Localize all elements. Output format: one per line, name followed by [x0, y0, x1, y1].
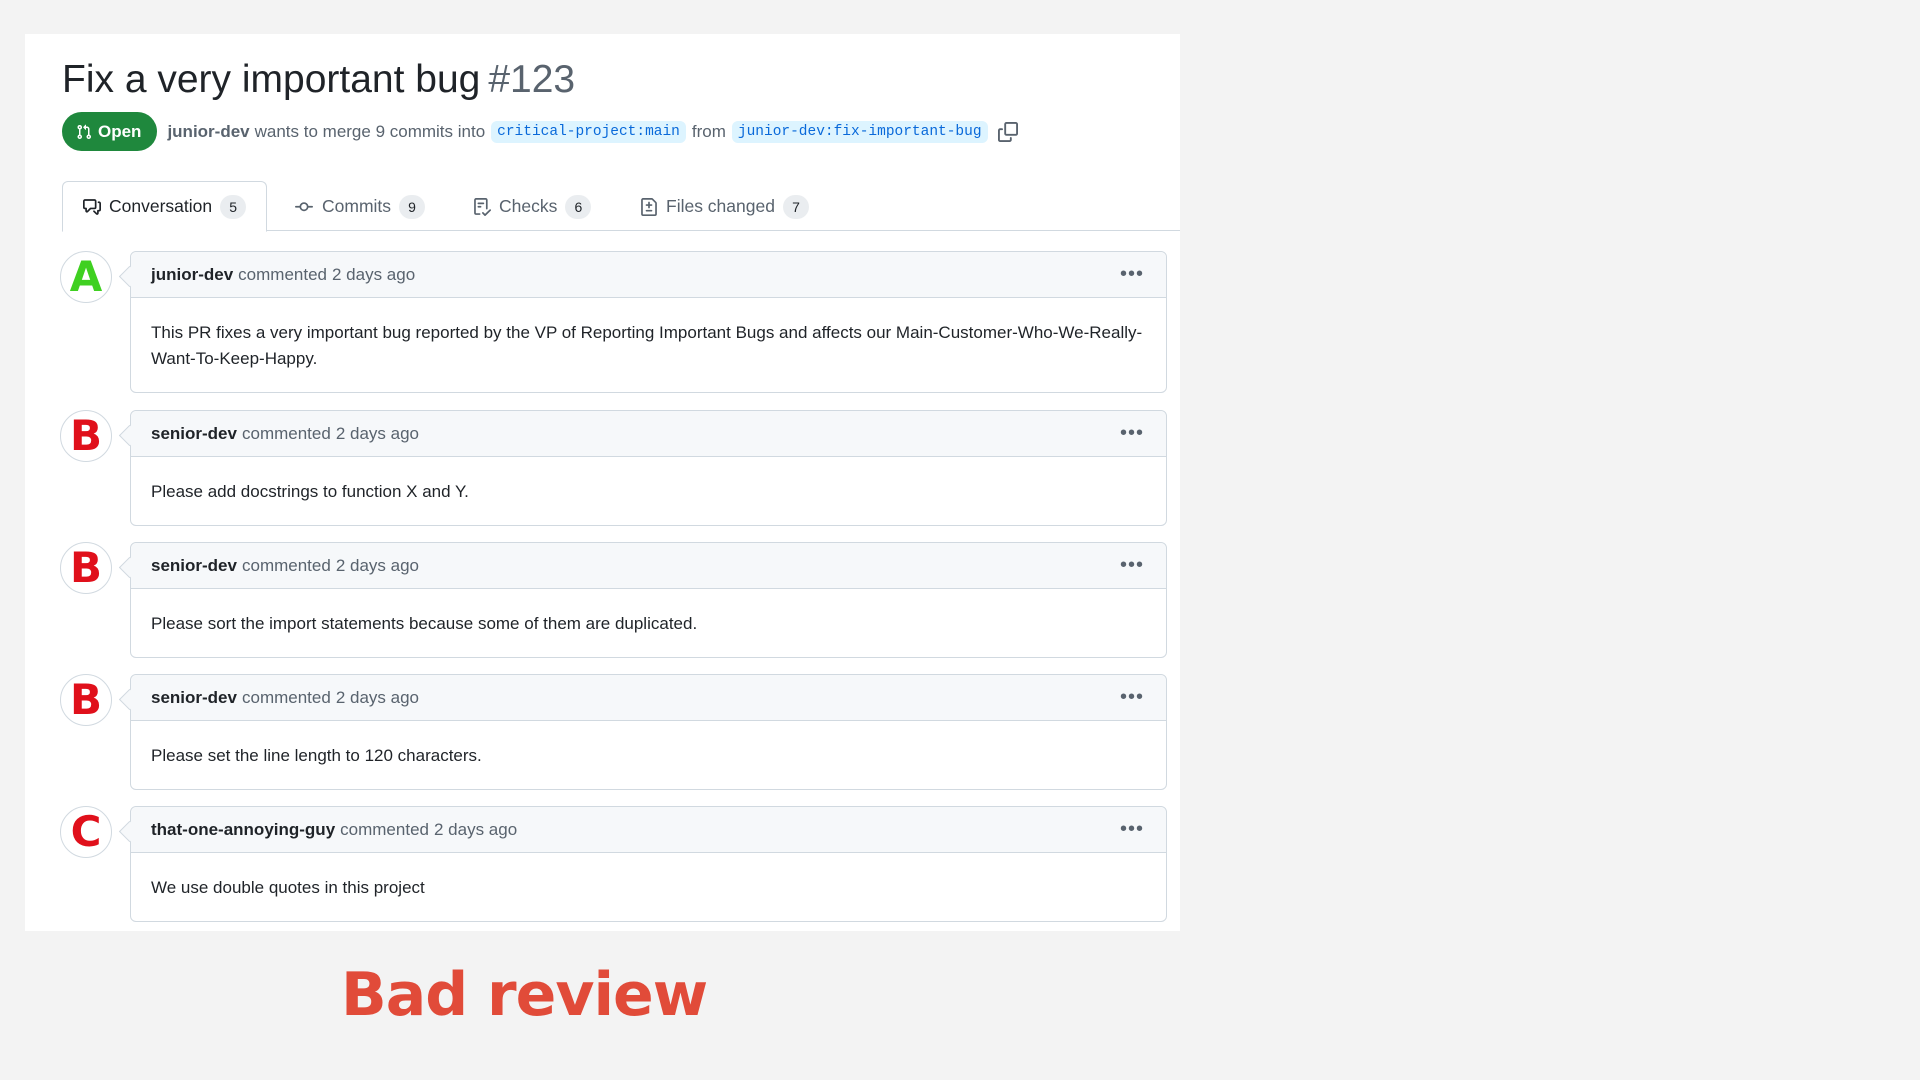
tab-checks-label: Checks [499, 196, 558, 216]
comment-verb: commented [340, 819, 429, 839]
tab-files-changed-label: Files changed [666, 196, 775, 216]
comment-author-link[interactable]: that-one-annoying-guy [151, 820, 335, 840]
comment-header: senior-dev commented 2 days ago ••• [131, 411, 1166, 457]
avatar[interactable]: A [60, 251, 112, 303]
comment-author-link[interactable]: senior-dev [151, 424, 237, 444]
comment-verb: commented [241, 687, 331, 707]
avatar-letter: B [69, 411, 102, 460]
comment-card: senior-dev commented 2 days ago ••• Plea… [130, 674, 1167, 790]
pr-merge-text: wants to merge 9 commits into [254, 121, 486, 141]
comment-body: We use double quotes in this project [151, 878, 425, 897]
comment-card: senior-dev commented 2 days ago ••• Plea… [130, 542, 1167, 658]
avatar-letter: A [69, 252, 103, 301]
file-diff-icon [641, 197, 657, 216]
comment-body: Please add docstrings to function X and … [151, 482, 469, 501]
avatar-letter: C [70, 807, 102, 856]
comment-timestamp-link[interactable]: 2 days ago [434, 820, 517, 840]
comment-card: junior-dev commented 2 days ago ••• This… [130, 251, 1167, 393]
comment-body: Please set the line length to 120 charac… [151, 746, 482, 765]
base-branch-link[interactable]: critical-project:main [491, 120, 686, 143]
comment-timestamp-link[interactable]: 2 days ago [332, 265, 415, 285]
pr-meta: Open junior-dev wants to merge 9 commits… [62, 112, 1018, 151]
tab-commits[interactable]: Commits 9 [274, 181, 445, 232]
comment-author-link[interactable]: junior-dev [151, 265, 233, 285]
kebab-horizontal-icon[interactable]: ••• [1120, 555, 1144, 575]
comment-verb: commented [241, 423, 331, 443]
pr-from-text: from [691, 121, 726, 141]
comment-verb: commented [238, 264, 327, 284]
avatar[interactable]: B [60, 410, 112, 462]
pull-request-panel: Fix a very important bug #123 Open junior… [25, 34, 1180, 931]
kebab-horizontal-icon[interactable]: ••• [1120, 687, 1144, 707]
comment-card: that-one-annoying-guy commented 2 days a… [130, 806, 1167, 922]
kebab-horizontal-icon[interactable]: ••• [1120, 264, 1144, 284]
comment-discussion-icon [83, 198, 101, 215]
pr-title: Fix a very important bug #123 [62, 54, 575, 106]
tab-commits-count: 9 [399, 194, 426, 219]
checklist-icon [474, 197, 491, 216]
tab-checks[interactable]: Checks 6 [453, 181, 611, 232]
tab-files-changed-count: 7 [782, 194, 809, 219]
copy-icon[interactable] [997, 121, 1018, 142]
pr-number: #123 [488, 58, 576, 101]
tab-commits-label: Commits [322, 196, 392, 216]
tab-conversation-label: Conversation [109, 196, 213, 216]
comment-timestamp-link[interactable]: 2 days ago [336, 688, 419, 708]
comment-card: senior-dev commented 2 days ago ••• Plea… [130, 410, 1167, 526]
slide-caption: Bad review [341, 960, 708, 1030]
avatar-letter: B [69, 675, 102, 724]
comment-header: senior-dev commented 2 days ago ••• [131, 543, 1166, 589]
pr-author-link[interactable]: junior-dev [167, 122, 249, 142]
tab-conversation[interactable]: Conversation 5 [62, 181, 268, 232]
comment-verb: commented [241, 555, 331, 575]
comment-header: junior-dev commented 2 days ago ••• [131, 252, 1166, 298]
pr-state-badge: Open [62, 112, 158, 151]
git-pull-request-icon [77, 124, 92, 139]
avatar-letter: B [69, 543, 102, 592]
tab-conversation-count: 5 [220, 194, 247, 219]
kebab-horizontal-icon[interactable]: ••• [1120, 423, 1144, 443]
head-branch-link[interactable]: junior-dev:fix-important-bug [731, 120, 988, 143]
comment-author-link[interactable]: senior-dev [151, 556, 237, 576]
pr-title-text: Fix a very important bug [62, 58, 481, 101]
avatar[interactable]: B [60, 542, 112, 594]
comment-header: senior-dev commented 2 days ago ••• [131, 675, 1166, 721]
tab-files-changed[interactable]: Files changed 7 [620, 181, 829, 232]
pr-tabs: Conversation 5 Commits 9 Checks 6 Files … [62, 181, 1180, 232]
avatar[interactable]: B [60, 674, 112, 726]
comment-timestamp-link[interactable]: 2 days ago [336, 556, 419, 576]
tab-checks-count: 6 [565, 194, 592, 219]
git-commit-icon [295, 201, 313, 211]
kebab-horizontal-icon[interactable]: ••• [1120, 819, 1144, 839]
comment-author-link[interactable]: senior-dev [151, 688, 237, 708]
comment-body: This PR fixes a very important bug repor… [151, 323, 1143, 368]
comment-header: that-one-annoying-guy commented 2 days a… [131, 807, 1166, 853]
comment-body: Please sort the import statements becaus… [151, 614, 698, 633]
avatar[interactable]: C [60, 806, 112, 858]
pr-state-label: Open [98, 121, 142, 141]
comment-timestamp-link[interactable]: 2 days ago [336, 424, 419, 444]
